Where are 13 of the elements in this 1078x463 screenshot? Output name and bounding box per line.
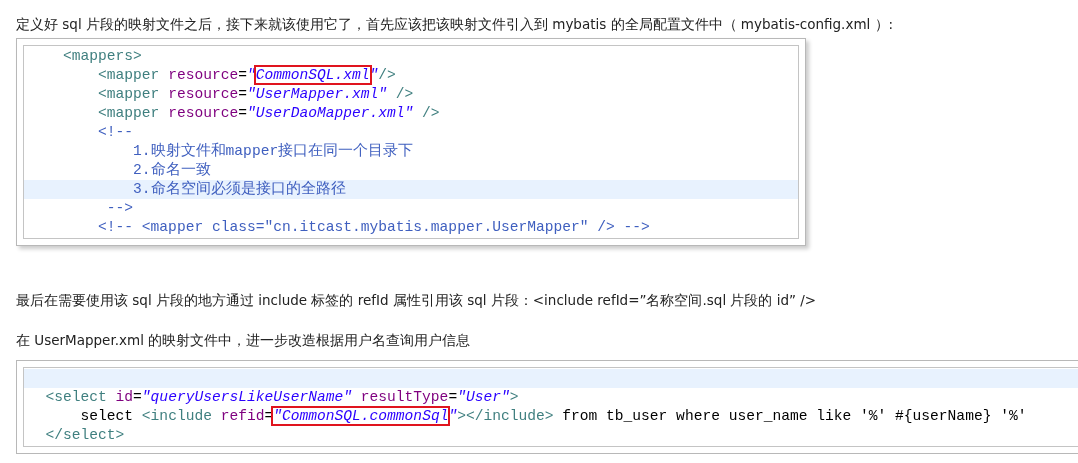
code-line: <mapper resource="UserDaoMapper.xml" /> [97, 104, 441, 123]
code-line: <mapper resource="UserMapper.xml" /> [97, 85, 415, 104]
paragraph-text: 最后在需要使用该 sql 片段的地方通过 include 标签的 refId 属性引用该 sql 片段：<include refId=”名称空间.sql 片段的 id” /> [16, 291, 818, 310]
code-line: <!-- [97, 123, 135, 142]
paragraph-text: 在 UserMapper.xml 的映射文件中，进一步改造根据用户名查询用户信息 [16, 331, 472, 350]
paragraph-text: 定义好 sql 片段的映射文件之后，接下来就该使用它了，首先应该把该映射文件引入到 mybatis 的全局配置文件中（ mybatis-config.xml ）: [16, 15, 895, 34]
code-line: --> [105, 199, 135, 218]
code-line: <mappers> [62, 47, 143, 66]
code-line: <!-- <mapper class="cn.itcast.mybatis.mapper.UserMapper" /> --> [97, 218, 651, 237]
code-line: <select id="queryUsersLikeUserName" resultType="User"> [44, 388, 520, 407]
code-line: </select> [44, 426, 126, 445]
code-line: 2.命名一致 [132, 161, 212, 180]
code-line: 1.映射文件和mapper接口在同一个目录下 [132, 142, 415, 161]
